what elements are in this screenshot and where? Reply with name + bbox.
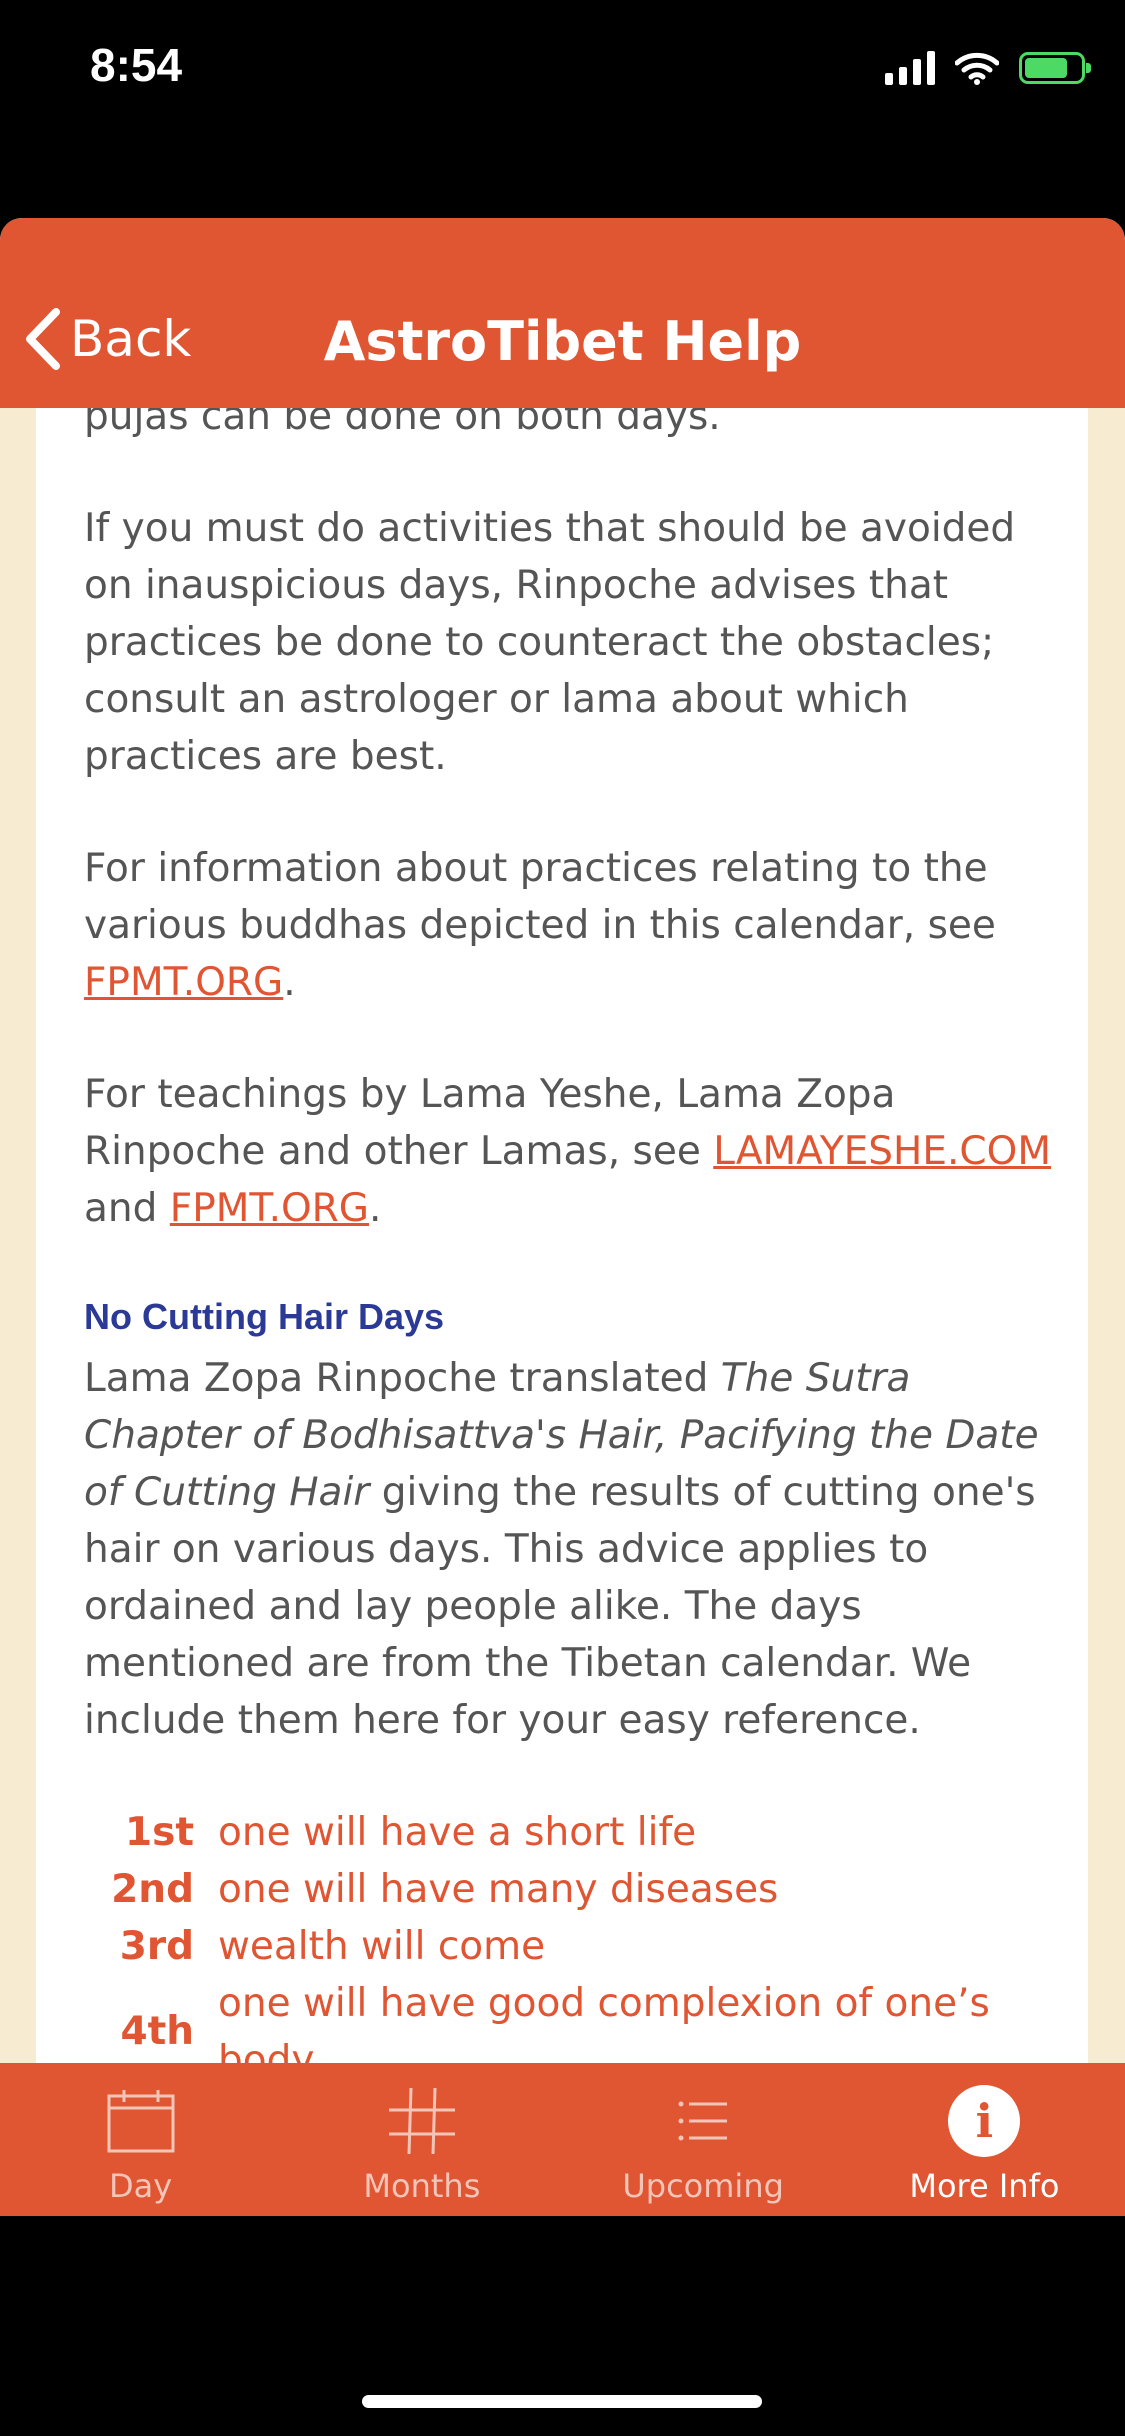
home-indicator[interactable] — [362, 2395, 762, 2408]
page-title: AstroTibet Help — [323, 310, 802, 373]
info-icon: i — [948, 2085, 1021, 2157]
hair-days-list: 1st one will have a short life 2nd one w… — [84, 1804, 1064, 2089]
tab-label: Months — [363, 2167, 481, 2205]
battery-charging-icon — [1019, 52, 1091, 84]
grid-icon — [387, 2085, 457, 2157]
status-time: 8:54 — [90, 39, 183, 91]
tab-months[interactable]: Months — [281, 2063, 562, 2216]
status-bar: 8:54 — [0, 0, 1125, 140]
information-text: For information about practices relating… — [84, 846, 996, 948]
section-heading-hair: No Cutting Hair Days — [84, 1296, 445, 1337]
fpmt-link-2[interactable]: FPMT.ORG — [170, 1186, 369, 1231]
app-window: Back AstroTibet Help pujas can be done o… — [0, 218, 1125, 2216]
tab-bar: Day Months Upcoming i More Info — [0, 2063, 1125, 2216]
wifi-icon — [955, 52, 999, 85]
status-icons — [885, 44, 1091, 92]
paragraph-teachings: For teachings by Lama Yeshe, Lama Zopa R… — [84, 1066, 1064, 1237]
tab-upcoming[interactable]: Upcoming — [563, 2063, 844, 2216]
list-icon — [677, 2085, 729, 2157]
hair-day-number: 1st — [125, 1810, 194, 1855]
hair-day-result: one will have many diseases — [218, 1867, 779, 1912]
cellular-signal-icon — [885, 51, 935, 85]
list-item: 3rd wealth will come — [84, 1918, 1064, 1975]
hair-day-number: 3rd — [119, 1924, 194, 1969]
tab-label: Day — [109, 2167, 173, 2205]
fpmt-link[interactable]: FPMT.ORG — [84, 960, 283, 1005]
tab-day[interactable]: Day — [0, 2063, 281, 2216]
paragraph-inauspicious: If you must do activities that should be… — [84, 506, 1016, 779]
help-content-scroll[interactable]: pujas can be done on both days. If you m… — [36, 408, 1088, 2216]
paragraph-hair-intro: Lama Zopa Rinpoche translated The Sutra … — [84, 1350, 1064, 1749]
information-period: . — [283, 960, 296, 1005]
paragraph-pujas: pujas can be done on both days. — [84, 408, 721, 439]
list-item: 1st one will have a short life — [84, 1804, 1064, 1861]
teachings-period: . — [369, 1186, 382, 1231]
help-content: pujas can be done on both days. If you m… — [84, 408, 1064, 2089]
lamayeshe-link[interactable]: LAMAYESHE.COM — [713, 1129, 1051, 1174]
tab-label: More Info — [909, 2167, 1060, 2205]
tab-more-info[interactable]: i More Info — [844, 2063, 1125, 2216]
hair-day-result: wealth will come — [218, 1924, 546, 1969]
paragraph-information: For information about practices relating… — [84, 840, 1064, 1011]
teachings-and: and — [84, 1186, 170, 1231]
tab-label: Upcoming — [622, 2167, 784, 2205]
hair-intro-text: Lama Zopa Rinpoche translated — [84, 1356, 721, 1401]
hair-day-result: one will have a short life — [218, 1810, 697, 1855]
calendar-icon — [106, 2085, 176, 2157]
navigation-bar: Back AstroTibet Help — [0, 218, 1125, 408]
hair-day-number: 2nd — [111, 1867, 194, 1912]
list-item: 2nd one will have many diseases — [84, 1861, 1064, 1918]
